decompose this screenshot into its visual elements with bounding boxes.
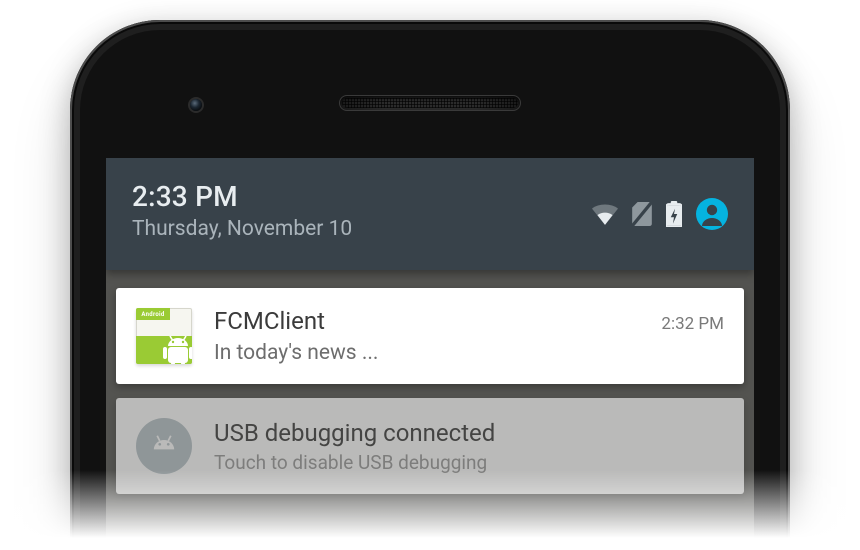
notification-text: Touch to disable USB debugging <box>214 451 724 474</box>
system-circle-icon <box>136 418 192 474</box>
clock-time: 2:33 PM <box>132 180 352 213</box>
stage: 2:33 PM Thursday, November 10 <box>0 0 860 550</box>
android-head-icon <box>147 429 181 463</box>
front-camera <box>190 99 202 111</box>
notification-card[interactable]: USB debugging connected Touch to disable… <box>116 398 744 494</box>
android-robot-icon <box>158 336 192 364</box>
notification-app-icon: Android <box>136 308 192 364</box>
status-icons-row <box>592 198 728 230</box>
screen: 2:33 PM Thursday, November 10 <box>106 158 754 550</box>
notification-body: USB debugging connected Touch to disable… <box>214 419 724 474</box>
clock-date-block: 2:33 PM Thursday, November 10 <box>132 180 352 241</box>
notification-title: FCMClient <box>214 307 325 335</box>
notification-body: FCMClient 2:32 PM In today's news ... <box>214 307 724 365</box>
notification-card[interactable]: Android <box>116 288 744 384</box>
android-app-icon: Android <box>136 308 192 364</box>
notification-time: 2:32 PM <box>661 314 724 334</box>
clock-date: Thursday, November 10 <box>132 217 352 241</box>
earpiece-speaker <box>340 96 520 110</box>
battery-charging-icon <box>666 201 682 227</box>
quick-settings-header[interactable]: 2:33 PM Thursday, November 10 <box>106 158 754 270</box>
notification-title: USB debugging connected <box>214 419 495 447</box>
notification-app-icon <box>136 418 192 474</box>
notification-text: In today's news ... <box>214 341 724 365</box>
device-frame: 2:33 PM Thursday, November 10 <box>70 20 790 550</box>
profile-icon[interactable] <box>696 198 728 230</box>
notification-list: Android <box>116 288 744 494</box>
wifi-icon <box>592 203 618 225</box>
no-sim-icon <box>632 202 652 226</box>
android-app-icon-tab-label: Android <box>141 311 164 318</box>
